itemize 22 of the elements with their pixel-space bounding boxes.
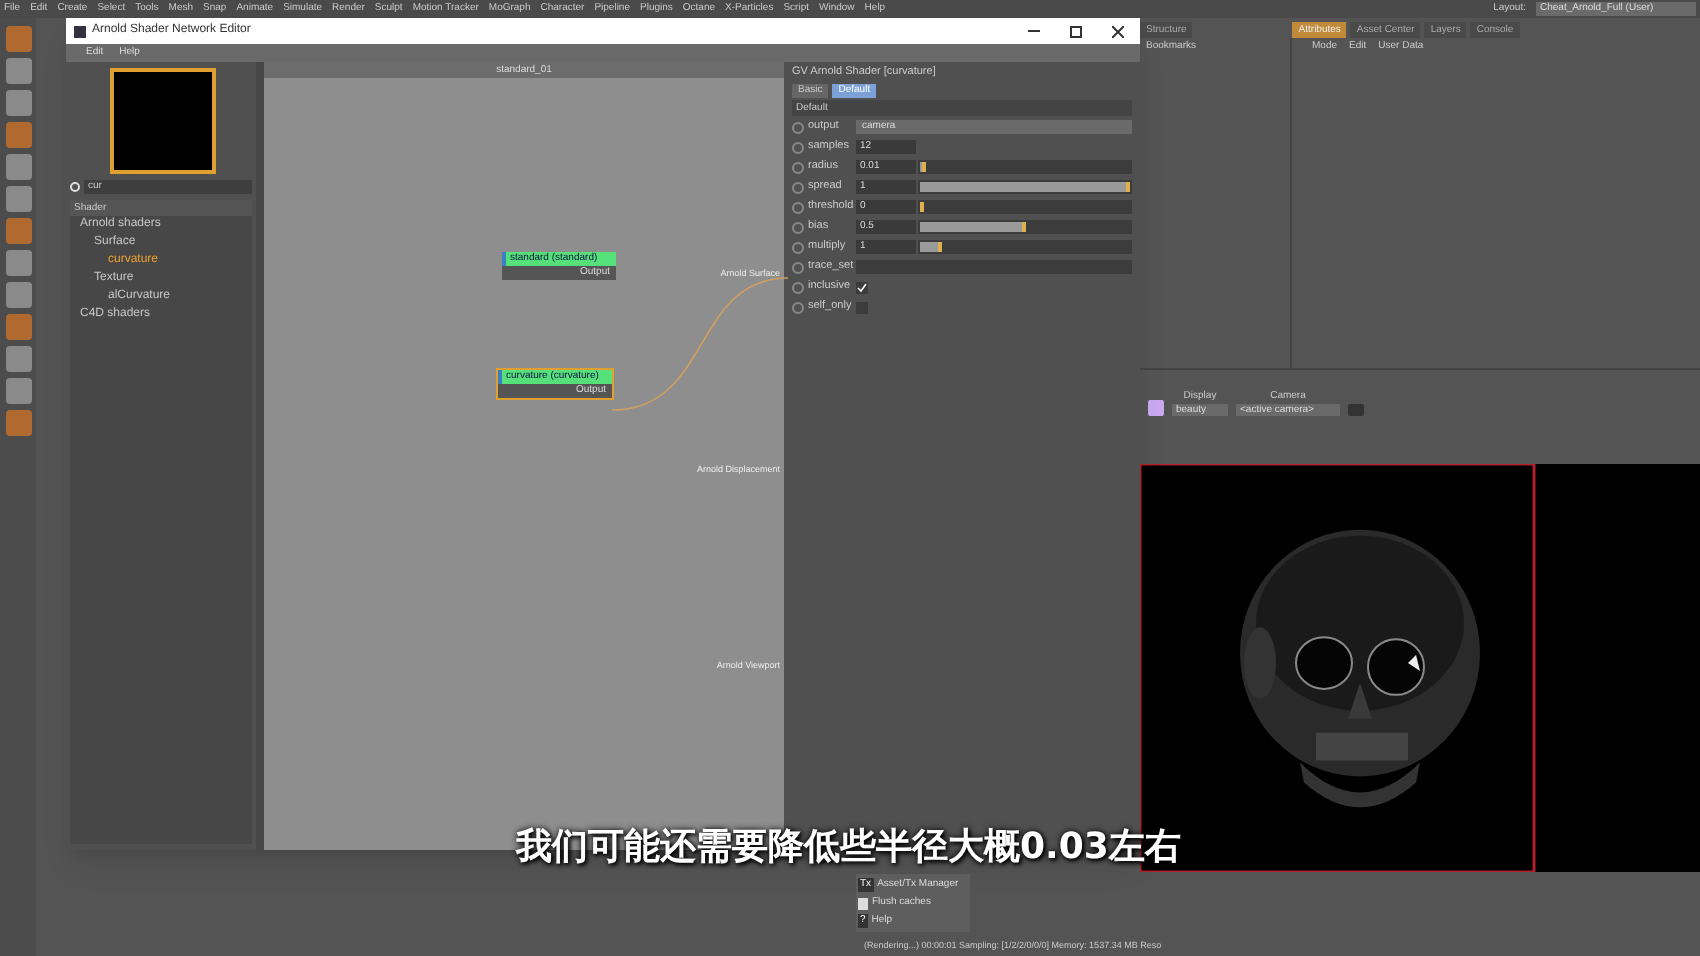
shader-preview [110, 68, 216, 174]
tool-icon[interactable] [5, 410, 31, 436]
app-icon [74, 25, 86, 37]
tool-icon[interactable] [5, 314, 31, 340]
close-icon[interactable] [1112, 25, 1124, 37]
tool-icon[interactable] [5, 250, 31, 276]
tool-icon[interactable] [5, 90, 31, 116]
tool-icon[interactable] [5, 378, 31, 404]
trash-icon [858, 897, 868, 909]
tool-icon[interactable] [5, 26, 31, 52]
tool-icon[interactable] [5, 186, 31, 212]
settings-icon[interactable] [70, 182, 80, 192]
tool-icon[interactable] [5, 154, 31, 180]
tool-icon[interactable] [5, 218, 31, 244]
view-icon[interactable] [1148, 400, 1164, 416]
tool-icon[interactable] [5, 346, 31, 372]
tool-icon[interactable] [5, 282, 31, 308]
check-icon [856, 281, 868, 293]
tool-icon[interactable] [5, 58, 31, 84]
checkbox[interactable] [856, 281, 868, 293]
tool-icon[interactable] [5, 122, 31, 148]
maximize-icon[interactable] [1070, 25, 1082, 37]
